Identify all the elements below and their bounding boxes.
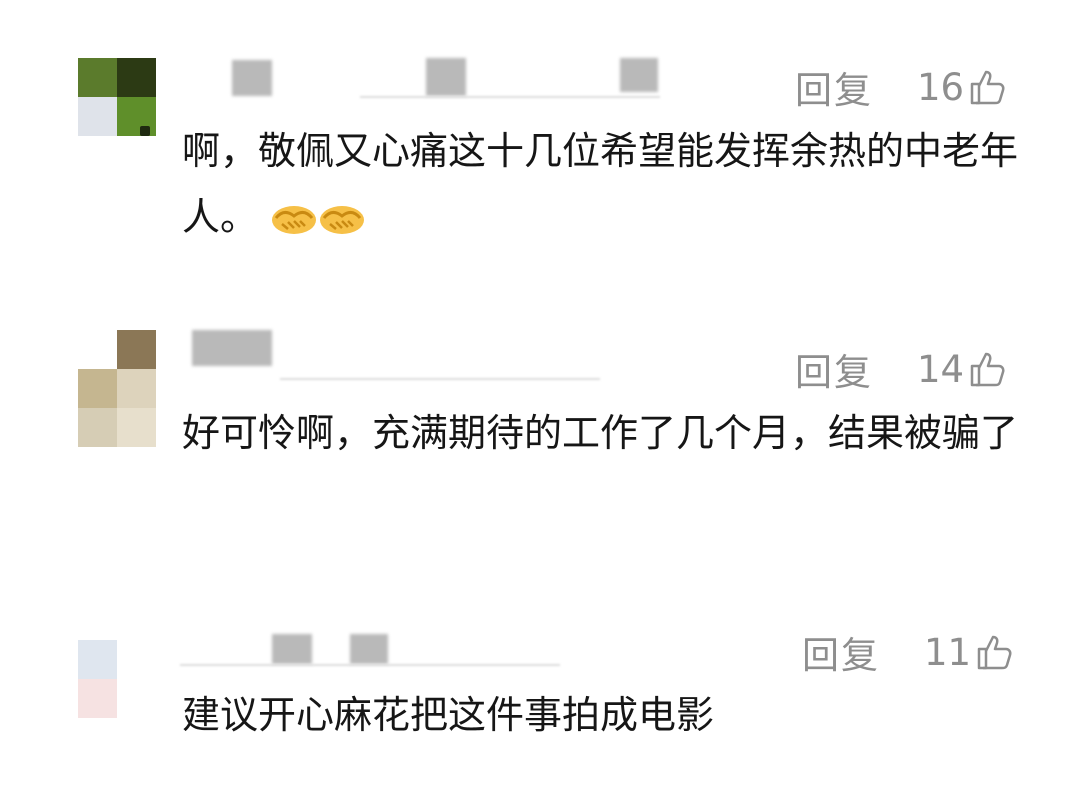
reply-button[interactable]: 回复 [802, 625, 880, 679]
comment-text: 建议开心麻花把这件事拍成电影 [182, 693, 715, 737]
comment-item: 回复 11 建议开心麻花把这件事拍成电影 [0, 0, 1080, 805]
like-count: 11 [924, 630, 972, 674]
comment-meta: 回复 11 [802, 625, 1015, 679]
username-blurred[interactable] [180, 630, 600, 670]
thumbs-up-icon[interactable] [975, 632, 1015, 672]
avatar[interactable] [78, 640, 156, 718]
